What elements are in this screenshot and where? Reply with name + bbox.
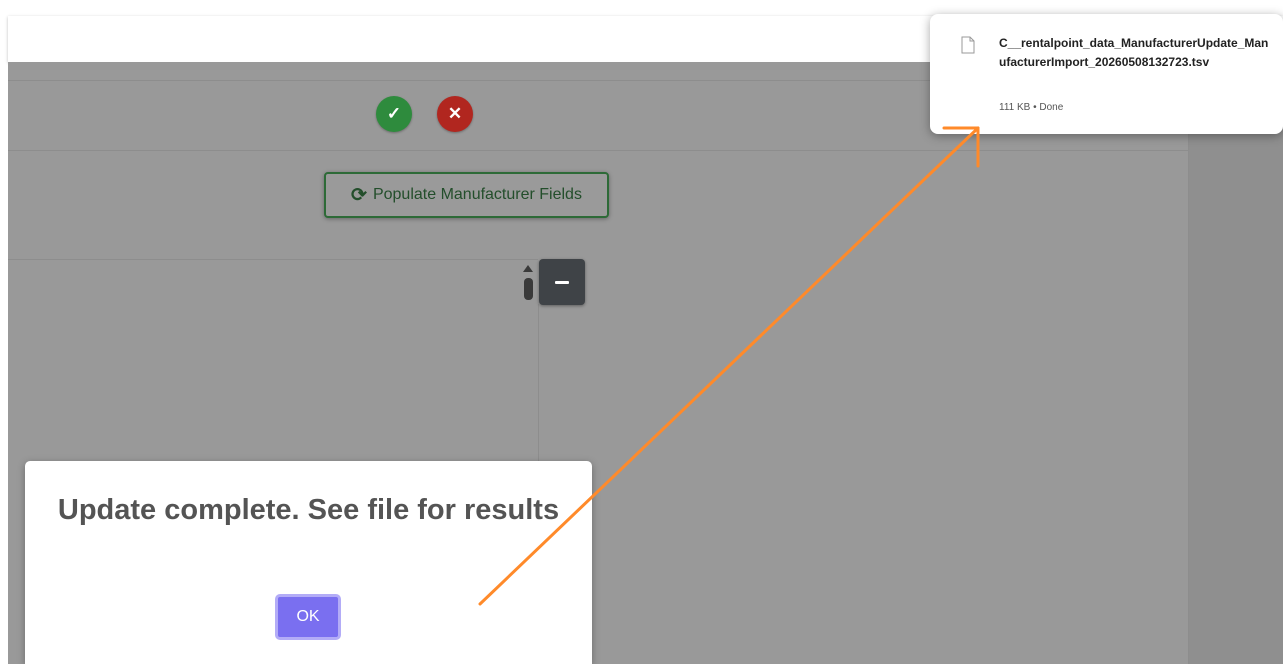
update-complete-dialog: Update complete. See file for results OK: [25, 461, 592, 664]
right-side-panel: [1189, 62, 1283, 664]
scroll-up-arrow[interactable]: [523, 265, 533, 272]
download-popup: C__rentalpoint_data_ManufacturerUpdate_M…: [930, 14, 1283, 134]
refresh-icon: ⟳: [351, 184, 367, 206]
confirm-button[interactable]: ✓: [376, 96, 412, 132]
divider: [8, 150, 1188, 151]
check-icon: ✓: [386, 104, 402, 123]
divider: [8, 259, 538, 260]
download-status: 111 KB • Done: [999, 102, 1064, 113]
populate-button-label: Populate Manufacturer Fields: [372, 186, 582, 203]
x-icon: ✕: [447, 104, 463, 123]
collapse-button[interactable]: [539, 259, 585, 305]
dialog-message: Update complete. See file for results: [57, 494, 560, 526]
cancel-button[interactable]: ✕: [437, 96, 473, 132]
scrollbar-thumb[interactable]: [524, 278, 533, 300]
divider: [538, 304, 539, 464]
ok-button[interactable]: OK: [275, 594, 341, 640]
minus-icon: [555, 280, 569, 284]
download-filename[interactable]: C__rentalpoint_data_ManufacturerUpdate_M…: [999, 34, 1271, 72]
populate-manufacturer-fields-button[interactable]: ⟳ Populate Manufacturer Fields: [324, 172, 609, 218]
file-icon: [961, 36, 975, 54]
